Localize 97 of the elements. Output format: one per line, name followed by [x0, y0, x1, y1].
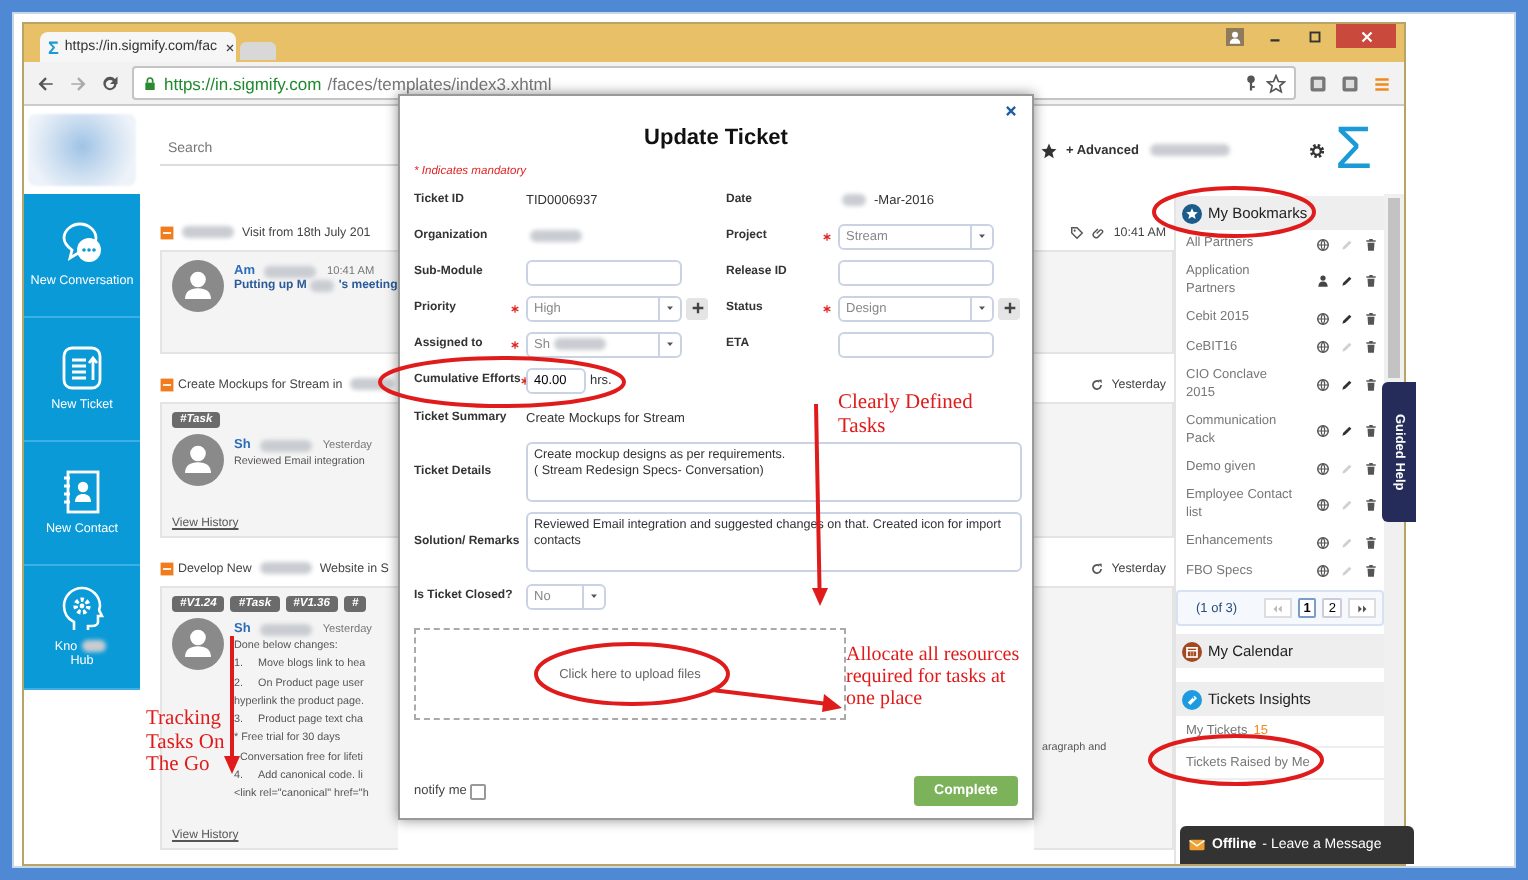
avatar-icon [172, 618, 224, 670]
blurred-text [182, 226, 234, 238]
trash-icon[interactable] [1364, 424, 1378, 438]
trash-icon[interactable] [1364, 378, 1378, 393]
globe-icon[interactable] [1316, 424, 1330, 438]
avatar-icon [172, 434, 224, 486]
paperclip-icon[interactable] [1091, 225, 1106, 239]
notify-checkbox[interactable] [470, 783, 487, 799]
trash-icon[interactable] [1364, 535, 1378, 550]
pencil-icon[interactable] [1340, 274, 1354, 289]
ticket-icon [1182, 689, 1202, 710]
star-icon[interactable] [1266, 73, 1286, 93]
caret-icon [588, 590, 600, 602]
envelope-icon [1188, 836, 1206, 854]
blurred-text [530, 230, 582, 242]
asterisk-icon [822, 231, 832, 241]
logo-placeholder [28, 114, 136, 186]
caret-icon [976, 302, 988, 314]
settings-icon[interactable] [1308, 141, 1327, 159]
dialog-title: Update Ticket [642, 126, 790, 150]
refresh-icon[interactable] [1089, 377, 1104, 391]
close-icon [1004, 104, 1018, 118]
globe-icon[interactable] [1316, 498, 1330, 513]
favicon: Σ [48, 37, 59, 57]
url-host: https://in.sigmify.com [164, 73, 322, 93]
input-field[interactable] [838, 331, 994, 357]
close-button[interactable] [1004, 104, 1018, 118]
globe-icon[interactable] [1316, 564, 1330, 579]
tag-icon[interactable] [1069, 225, 1084, 239]
pencil-icon[interactable] [1340, 378, 1354, 393]
blurred-text [310, 280, 335, 292]
last-page-button[interactable] [1348, 598, 1376, 619]
trash-icon[interactable] [1364, 237, 1378, 252]
double-chevron-icon [1355, 601, 1369, 616]
trash-icon[interactable] [1364, 498, 1378, 513]
annotation-text: Clearly Defined Tasks [838, 392, 975, 439]
user-icon [1225, 27, 1243, 45]
plus-icon [689, 300, 705, 316]
globe-icon[interactable] [1316, 340, 1330, 355]
url-path: /faces/templates/index3.xhtml [327, 73, 552, 93]
reload-icon[interactable] [100, 73, 120, 93]
close-icon[interactable] [223, 41, 236, 53]
star-icon[interactable] [1040, 141, 1058, 159]
add-button[interactable] [998, 297, 1020, 319]
trash-icon[interactable] [1364, 564, 1378, 579]
asterisk-icon [510, 339, 520, 349]
lock-icon [142, 75, 158, 91]
collapse-icon[interactable] [160, 377, 174, 391]
globe-icon[interactable] [1316, 312, 1330, 327]
refresh-icon[interactable] [1089, 561, 1104, 575]
blurred-text [260, 623, 313, 635]
star-badge-icon [1182, 203, 1202, 223]
blurred-text [264, 265, 317, 277]
annotation-text: Tracking Tasks On The Go [146, 708, 227, 778]
pencil-icon[interactable] [1340, 312, 1354, 327]
blurred-text [260, 439, 313, 451]
logo: Σ [1334, 120, 1374, 180]
globe-icon[interactable] [1316, 237, 1330, 252]
plus-icon [1001, 300, 1017, 316]
blurred-text [81, 640, 106, 653]
trash-icon[interactable] [1364, 312, 1378, 327]
input-field[interactable] [838, 259, 994, 285]
trash-icon[interactable] [1364, 461, 1378, 476]
annotation-text: Allocate all resources required for tasks at one place [846, 644, 1022, 710]
maximize-icon [1305, 27, 1323, 45]
asterisk-icon [510, 303, 520, 313]
blurred-text [553, 338, 606, 350]
caret-icon [976, 230, 988, 242]
caret-icon [664, 302, 676, 314]
calendar-icon [1182, 641, 1202, 662]
ticket-icon [58, 344, 106, 393]
back-icon[interactable] [36, 73, 56, 93]
key-icon[interactable] [1242, 74, 1260, 92]
globe-icon[interactable] [1316, 378, 1330, 393]
add-button[interactable] [686, 297, 708, 319]
asterisk-icon [822, 303, 832, 313]
scrollbar-thumb[interactable] [1388, 198, 1400, 378]
person-icon[interactable] [1316, 274, 1330, 289]
blurred-text [842, 194, 866, 206]
trash-icon[interactable] [1364, 340, 1378, 355]
close-button[interactable] [1336, 24, 1396, 48]
annotation-arrow [711, 688, 842, 712]
globe-icon[interactable] [1316, 461, 1330, 476]
collapse-icon[interactable] [160, 561, 174, 575]
double-chevron-icon [1270, 601, 1285, 616]
blurred-text [259, 562, 312, 574]
caret-icon [664, 338, 676, 350]
input-field[interactable] [526, 259, 682, 285]
knowledge-icon [58, 585, 106, 634]
address-bar[interactable]: https://in.sigmify.com /faces/templates/index3.xhtml [132, 66, 1296, 100]
pencil-icon[interactable] [1340, 424, 1354, 438]
globe-icon[interactable] [1316, 535, 1330, 550]
avatar-icon [172, 260, 224, 312]
collapse-icon[interactable] [160, 225, 174, 239]
trash-icon[interactable] [1364, 274, 1378, 289]
close-icon [1357, 27, 1375, 45]
blurred-text [1150, 144, 1231, 156]
